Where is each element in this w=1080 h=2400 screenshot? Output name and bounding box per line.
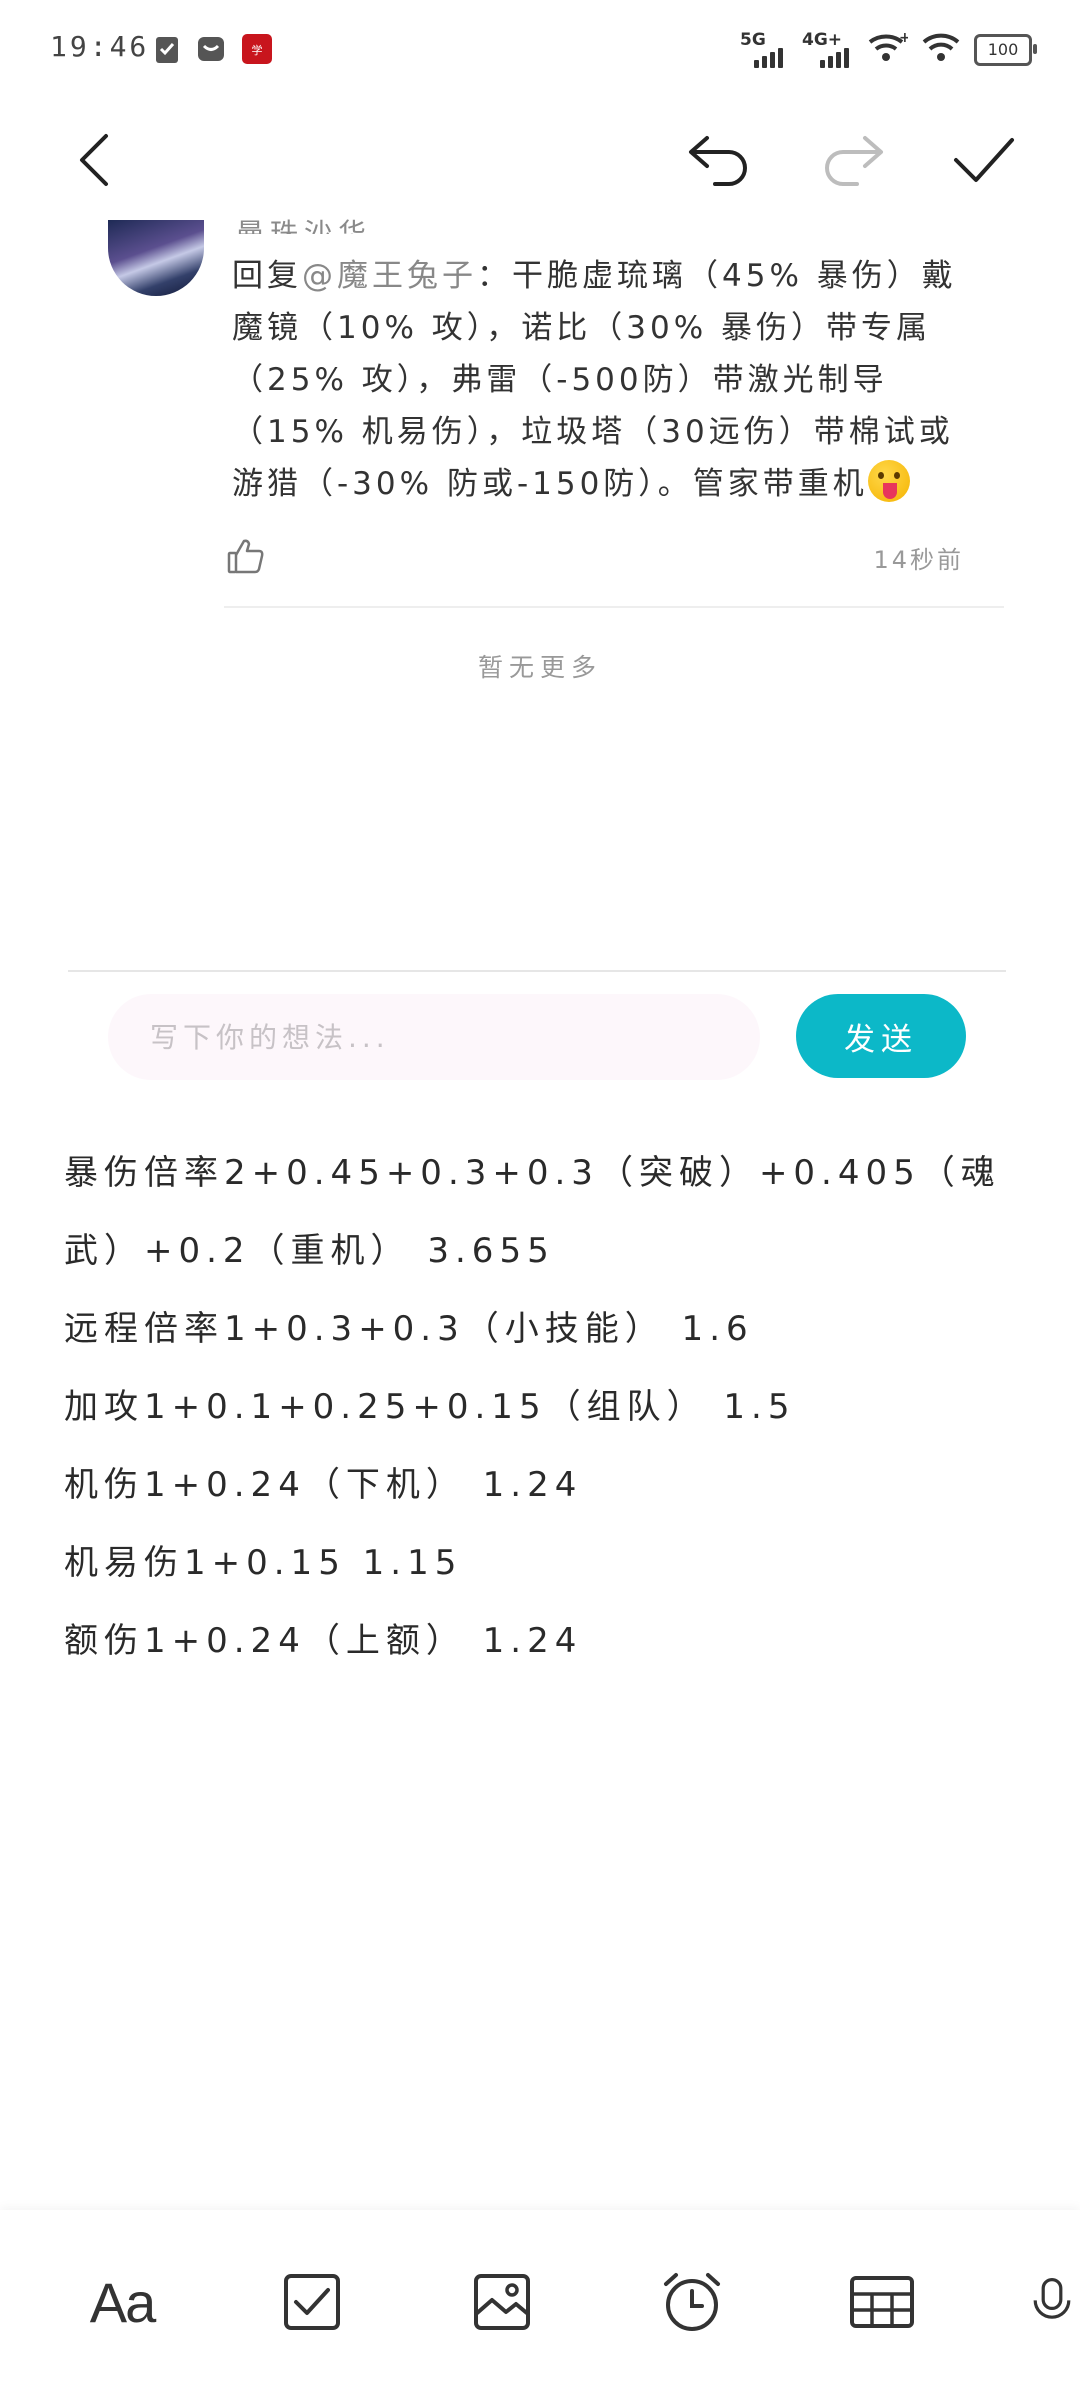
mention-link[interactable]: @魔王兔子 — [302, 258, 477, 294]
commenter-avatar[interactable] — [108, 220, 204, 296]
reply-input[interactable] — [108, 994, 760, 1080]
note-line: 加攻1+0.1+0.25+0.15（组队） 1.5 — [64, 1387, 796, 1427]
tongue-out-emoji-icon — [867, 460, 910, 502]
signal-5g-label: 5G — [740, 29, 766, 50]
divider — [68, 970, 1006, 972]
redo-button[interactable] — [812, 120, 892, 200]
table-icon — [850, 2276, 914, 2328]
checkbox-icon — [284, 2274, 340, 2330]
checklist-button[interactable] — [272, 2262, 352, 2342]
comment-text: 回复@魔王兔子：干脆虚琉璃（45% 暴伤）戴魔镜（10% 攻），诺比（30% 暴… — [232, 250, 972, 510]
note-body[interactable]: 暴伤倍率2+0.45+0.3+0.3（突破）+0.405（魂武）+0.2（重机）… — [64, 1134, 1024, 1680]
comment-body: ：干脆虚琉璃（45% 暴伤）戴魔镜（10% 攻），诺比（30% 暴伤）带专属（2… — [232, 258, 957, 502]
battery-level: 100 — [987, 40, 1019, 59]
battery-icon: 100 — [974, 33, 1037, 66]
divider — [224, 606, 1004, 608]
note-line: 机伤1+0.24（下机） 1.24 — [64, 1465, 583, 1505]
cellular-5g-signal-icon: 5G — [740, 29, 788, 68]
back-button[interactable] — [56, 120, 136, 200]
comment-timestamp: 14秒前 — [873, 546, 964, 574]
alarm-clock-icon — [664, 2273, 720, 2331]
reply-prefix: 回复 — [232, 258, 302, 294]
image-icon — [474, 2274, 530, 2330]
status-time: 19:46 — [50, 30, 150, 63]
clipboard-notification-icon — [152, 34, 182, 64]
font-format-icon: Aa — [89, 2270, 156, 2334]
note-line: 机易伤1+0.15 1.15 — [64, 1543, 463, 1583]
commenter-name[interactable]: 曼珠沙华 — [236, 206, 372, 234]
no-more-label: 暂无更多 — [477, 653, 602, 682]
confirm-check-button[interactable] — [944, 120, 1024, 200]
cellular-4g-signal-icon: 4G+ — [802, 29, 854, 68]
insert-table-button[interactable] — [842, 2262, 922, 2342]
note-line: 暴伤倍率2+0.45+0.3+0.3（突破）+0.405（魂武）+0.2（重机）… — [64, 1153, 1001, 1271]
signal-4g-label: 4G+ — [802, 29, 843, 50]
note-line: 远程倍率1+0.3+0.3（小技能） 1.6 — [64, 1309, 754, 1349]
note-line: 额伤1+0.24（上额） 1.24 — [64, 1621, 583, 1661]
microphone-icon — [1033, 2278, 1071, 2319]
app-notification-icon: 学 — [242, 34, 272, 64]
voice-input-button[interactable] — [1032, 2262, 1080, 2342]
thumbs-up-icon[interactable] — [226, 536, 266, 576]
message-notification-icon — [196, 34, 226, 64]
insert-image-button[interactable] — [462, 2262, 542, 2342]
svg-text:学: 学 — [252, 43, 263, 57]
wifi-plus-icon: + — [868, 30, 911, 69]
svg-text:+: + — [899, 30, 908, 46]
wifi-icon — [922, 30, 960, 69]
status-right-group: 5G 4G+ + 100 — [740, 29, 1037, 69]
send-button[interactable]: 发送 — [796, 994, 966, 1078]
reminder-button[interactable] — [652, 2262, 732, 2342]
text-format-button[interactable]: Aa — [82, 2262, 162, 2342]
undo-button[interactable] — [680, 120, 760, 200]
